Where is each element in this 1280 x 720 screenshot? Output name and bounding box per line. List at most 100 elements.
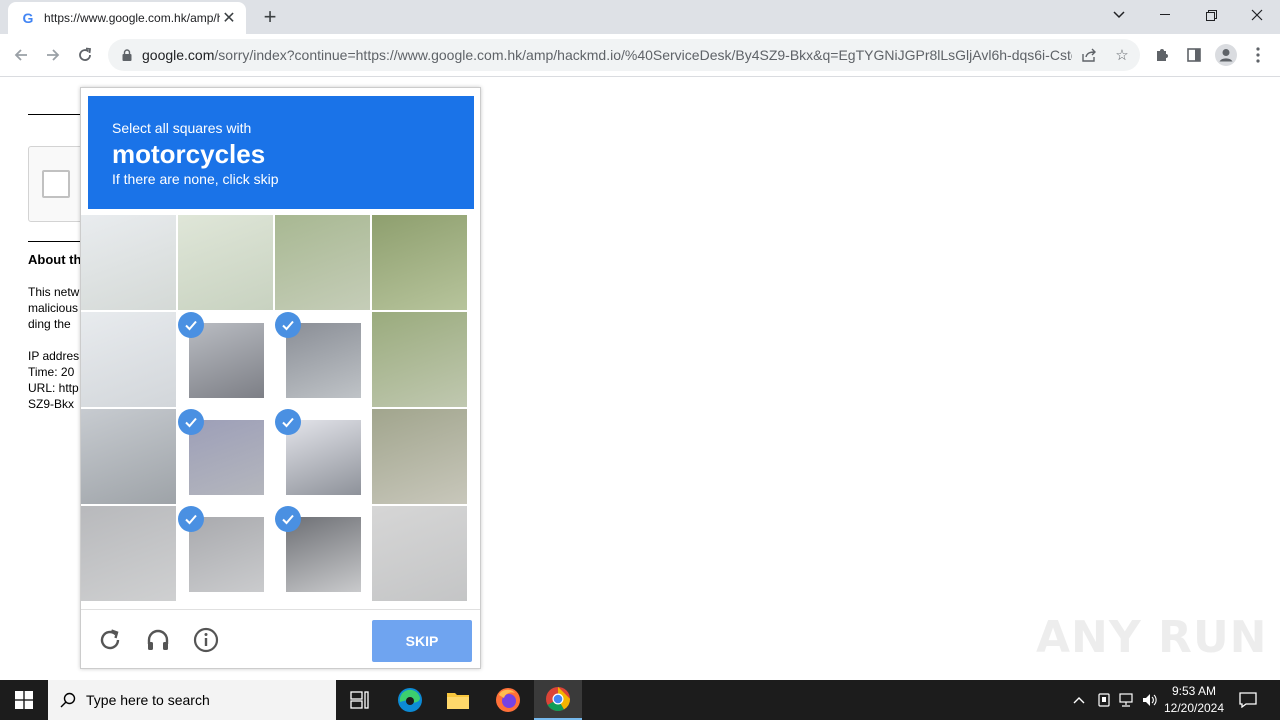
time-line: Time: 20: [28, 365, 75, 379]
forward-button[interactable]: [38, 40, 68, 70]
tile-image: [286, 420, 361, 495]
close-window-button[interactable]: [1234, 0, 1280, 30]
clock-date: 12/20/2024: [1163, 701, 1225, 715]
image-tile[interactable]: [81, 215, 176, 310]
url-text[interactable]: google.com/sorry/index?continue=https://…: [142, 47, 1072, 63]
tile-image: [81, 215, 176, 310]
image-tile[interactable]: [372, 409, 467, 504]
divider: [28, 114, 88, 115]
minimize-button[interactable]: [1142, 0, 1188, 30]
recaptcha-widget[interactable]: [28, 146, 88, 222]
image-tile[interactable]: [372, 215, 467, 310]
selected-check-icon: [275, 312, 301, 338]
image-tile[interactable]: [81, 506, 176, 601]
url-line-cont: SZ9-Bkx: [28, 397, 75, 411]
tab-google-sorry[interactable]: G https://www.google.com.hk/amp/hackmd.i…: [8, 2, 246, 34]
share-icon[interactable]: [1078, 45, 1100, 65]
menu-kebab-icon[interactable]: [1245, 42, 1271, 68]
lock-icon[interactable]: [120, 48, 134, 62]
tray-chevron-up-icon[interactable]: [1068, 680, 1090, 720]
side-panel-icon[interactable]: [1181, 42, 1207, 68]
network-icon[interactable]: [1116, 680, 1138, 720]
image-grid: [81, 215, 469, 603]
file-explorer-icon[interactable]: [434, 680, 482, 720]
taskbar-clock[interactable]: 9:53 AM 12/20/2024: [1156, 683, 1232, 717]
selected-check-icon: [275, 506, 301, 532]
challenge-hint: If there are none, click skip: [112, 171, 279, 187]
image-tile[interactable]: [372, 312, 467, 407]
url-line: URL: http: [28, 381, 79, 395]
tile-image: [81, 506, 176, 601]
skip-button[interactable]: SKIP: [372, 620, 472, 662]
tile-image: [372, 409, 467, 504]
body-line: ding the: [28, 317, 71, 331]
search-placeholder: Type here to search: [86, 692, 210, 708]
device-icon[interactable]: [1093, 680, 1115, 720]
profile-avatar-icon[interactable]: [1213, 42, 1239, 68]
image-tile[interactable]: [275, 506, 370, 601]
task-view-icon[interactable]: [336, 680, 384, 720]
browser-toolbar: google.com/sorry/index?continue=https://…: [0, 34, 1280, 77]
tile-image: [189, 517, 264, 592]
tab-close-icon[interactable]: ✕: [220, 9, 238, 27]
audio-challenge-headphones-icon[interactable]: [142, 624, 174, 656]
clock-time: 9:53 AM: [1171, 684, 1217, 698]
tile-image: [81, 409, 176, 504]
chrome-icon[interactable]: [534, 680, 582, 720]
image-tile[interactable]: [178, 215, 273, 310]
reload-button[interactable]: [70, 40, 100, 70]
image-tile[interactable]: [81, 312, 176, 407]
about-heading: About th: [28, 252, 82, 267]
tile-image: [286, 323, 361, 398]
image-tile[interactable]: [178, 506, 273, 601]
reload-challenge-icon[interactable]: [94, 624, 126, 656]
new-tab-button[interactable]: +: [256, 4, 284, 29]
tile-image: [81, 312, 176, 407]
challenge-instruction: Select all squares with: [112, 120, 252, 136]
start-windows-icon[interactable]: [0, 680, 48, 720]
restore-button[interactable]: [1188, 0, 1234, 30]
recaptcha-challenge: Select all squares with motorcycles If t…: [80, 87, 481, 669]
tab-strip: G https://www.google.com.hk/amp/hackmd.i…: [0, 0, 1280, 34]
edge-browser-icon[interactable]: [386, 680, 434, 720]
image-tile[interactable]: [372, 506, 467, 601]
tile-image: [372, 215, 467, 310]
info-icon[interactable]: [190, 624, 222, 656]
taskbar-search-box[interactable]: Type here to search: [48, 680, 336, 720]
challenge-footer: SKIP: [81, 609, 480, 669]
tile-image: [372, 312, 467, 407]
windows-taskbar: Type here to search 9:53 AM 12/20/2024: [0, 680, 1280, 720]
tab-title: https://www.google.com.hk/amp/hackmd.io/…: [44, 11, 220, 25]
bookmark-star-icon[interactable]: ☆: [1111, 45, 1133, 65]
image-tile[interactable]: [81, 409, 176, 504]
tile-image: [286, 517, 361, 592]
firefox-icon[interactable]: [484, 680, 532, 720]
extensions-puzzle-icon[interactable]: [1149, 42, 1175, 68]
recaptcha-checkbox[interactable]: [42, 170, 70, 198]
anyrun-watermark: ANY RUN: [1036, 612, 1268, 663]
challenge-header: Select all squares with motorcycles If t…: [88, 96, 474, 209]
notifications-icon[interactable]: [1234, 680, 1262, 720]
address-bar[interactable]: google.com/sorry/index?continue=https://…: [108, 39, 1140, 71]
tile-image: [189, 323, 264, 398]
tile-image: [372, 506, 467, 601]
tile-image: [275, 215, 370, 310]
image-tile[interactable]: [275, 312, 370, 407]
url-path: /sorry/index?continue=https://www.google…: [214, 47, 1072, 63]
image-tile[interactable]: [275, 215, 370, 310]
body-line: This netw: [28, 285, 80, 299]
back-button[interactable]: [6, 40, 36, 70]
selected-check-icon: [178, 409, 204, 435]
tab-search-chevron-icon[interactable]: [1096, 0, 1142, 30]
image-tile[interactable]: [178, 409, 273, 504]
selected-check-icon: [178, 506, 204, 532]
challenge-target: motorcycles: [112, 139, 266, 169]
selected-check-icon: [275, 409, 301, 435]
image-tile[interactable]: [275, 409, 370, 504]
body-line: malicious: [28, 301, 79, 315]
tile-image: [189, 420, 264, 495]
image-tile[interactable]: [178, 312, 273, 407]
selected-check-icon: [178, 312, 204, 338]
tile-image: [178, 215, 273, 310]
ip-address-line: IP addres: [28, 349, 80, 363]
